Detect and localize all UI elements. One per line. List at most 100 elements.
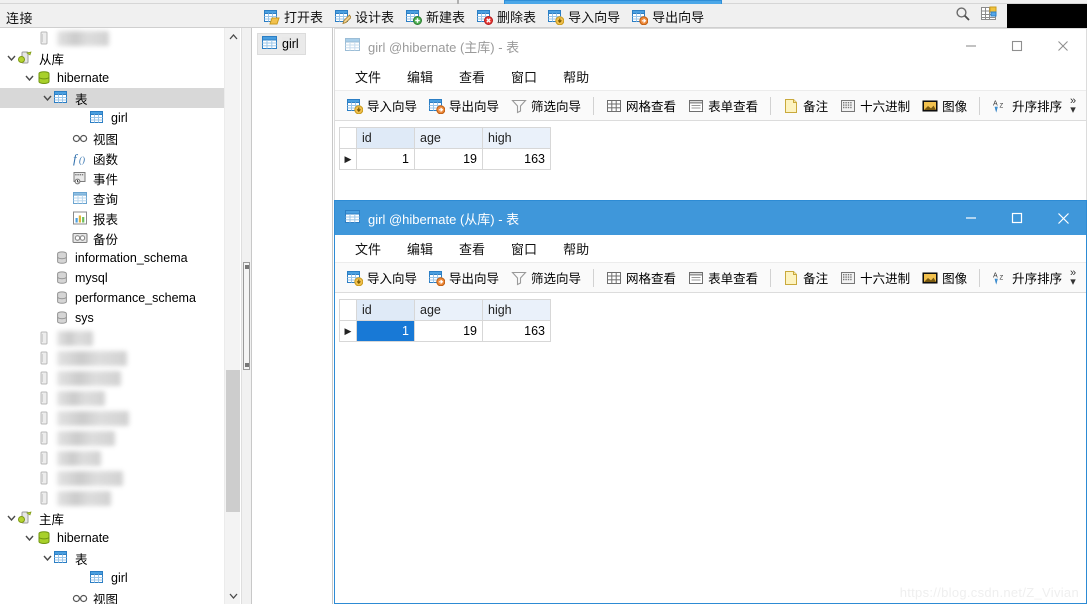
window-toolbar-button-12[interactable]: A Z 升序排序 (986, 93, 1068, 118)
data-grid[interactable]: id age high ▶ 1 19 163 (339, 299, 551, 342)
window-toolbar-button-3[interactable]: 筛选向导 (505, 93, 587, 118)
tree-item-redacted[interactable] (0, 348, 236, 368)
chevron-down-icon[interactable] (22, 68, 36, 88)
table-row[interactable]: ▶ 1 19 163 (339, 320, 551, 342)
menu-item-窗口[interactable]: 窗口 (499, 64, 549, 89)
window-toolbar-button-6[interactable]: 表单查看 (682, 265, 764, 290)
tree-item-表[interactable]: 表 (0, 88, 236, 108)
tree-item-redacted[interactable] (0, 408, 236, 428)
chevron-down-icon[interactable] (22, 528, 36, 548)
grid-cell[interactable]: 1 (356, 320, 415, 342)
menu-item-文件[interactable]: 文件 (343, 236, 393, 261)
maximize-button[interactable] (994, 201, 1040, 235)
window-toolbar-button-8[interactable]: 备注 (777, 93, 834, 118)
close-button[interactable] (1040, 29, 1086, 63)
grid-cell[interactable]: 1 (356, 148, 415, 170)
maximize-button[interactable] (994, 29, 1040, 63)
tree-item-information_schema[interactable]: information_schema (0, 248, 236, 268)
grid-cell[interactable]: 163 (482, 320, 551, 342)
tree-item-redacted[interactable] (0, 428, 236, 448)
menu-item-文件[interactable]: 文件 (343, 64, 393, 89)
tree-item-报表[interactable]: 报表 (0, 208, 236, 228)
tree-item-redacted[interactable] (0, 28, 236, 48)
tree-item-查询[interactable]: 查询 (0, 188, 236, 208)
menu-item-编辑[interactable]: 编辑 (395, 64, 445, 89)
window-toolbar-button-1[interactable]: 导入向导 (341, 265, 423, 290)
menu-item-帮助[interactable]: 帮助 (551, 64, 601, 89)
grid-column-header-id[interactable]: id (356, 127, 415, 149)
tree-item-备份[interactable]: 备份 (0, 228, 236, 248)
toolbar-overflow-button[interactable]: » ▾ (1064, 263, 1082, 293)
toolbar-button-5[interactable]: 导入向导 (544, 6, 626, 27)
tree-item-表[interactable]: 表 (0, 548, 236, 568)
grid-column-header-id[interactable]: id (356, 299, 415, 321)
toolbar-button-6[interactable]: 导出向导 (628, 6, 710, 27)
window-toolbar-button-6[interactable]: 表单查看 (682, 93, 764, 118)
menu-item-查看[interactable]: 查看 (447, 64, 497, 89)
tree-item-事件[interactable]: 事件 (0, 168, 236, 188)
minimize-button[interactable] (948, 201, 994, 235)
window-toolbar-button-5[interactable]: 网格查看 (600, 93, 682, 118)
grid-column-header-high[interactable]: high (482, 299, 551, 321)
tree-item-视图[interactable]: 视图 (0, 588, 236, 604)
tree-item-girl[interactable]: girl (0, 568, 236, 588)
tree-item-redacted[interactable] (0, 488, 236, 508)
search-icon[interactable] (955, 6, 971, 22)
tree-item-redacted[interactable] (0, 388, 236, 408)
grid-cell[interactable]: 163 (482, 148, 551, 170)
chevron-down-icon[interactable] (4, 508, 18, 528)
table-row[interactable]: ▶ 1 19 163 (339, 148, 551, 170)
tree-item-视图[interactable]: 视图 (0, 128, 236, 148)
tree-item-从库[interactable]: 从库 (0, 48, 236, 68)
tree-item-redacted[interactable] (0, 328, 236, 348)
close-button[interactable] (1040, 201, 1086, 235)
menu-item-编辑[interactable]: 编辑 (395, 236, 445, 261)
window-toolbar-button-10[interactable]: 图像 (916, 265, 973, 290)
scrollbar-thumb[interactable] (226, 370, 240, 512)
grid-column-header-age[interactable]: age (414, 127, 483, 149)
tree-item-redacted[interactable] (0, 368, 236, 388)
chevron-down-icon[interactable] (40, 548, 54, 568)
toolbar-button-4[interactable]: 删除表 (473, 6, 542, 27)
tab-girl[interactable]: girl (257, 33, 306, 55)
tree-item-sys[interactable]: sys (0, 308, 236, 328)
window-toolbar-button-3[interactable]: 筛选向导 (505, 265, 587, 290)
tree-item-performance_schema[interactable]: performance_schema (0, 288, 236, 308)
menu-item-帮助[interactable]: 帮助 (551, 236, 601, 261)
minimize-button[interactable] (948, 29, 994, 63)
window-master-titlebar[interactable]: girl @hibernate (主库) - 表 (335, 29, 1086, 63)
toolbar-button-3[interactable]: 新建表 (402, 6, 471, 27)
window-toolbar-button-12[interactable]: A Z 升序排序 (986, 265, 1068, 290)
window-toolbar-button-2[interactable]: 导出向导 (423, 265, 505, 290)
tree-item-mysql[interactable]: mysql (0, 268, 236, 288)
splitter-grip[interactable] (243, 262, 250, 370)
tree-item-hibernate[interactable]: hibernate (0, 528, 236, 548)
toolbar-button-2[interactable]: 设计表 (331, 6, 400, 27)
tree-item-主库[interactable]: 主库 (0, 508, 236, 528)
grid-column-header-high[interactable]: high (482, 127, 551, 149)
chevron-down-icon[interactable] (4, 48, 18, 68)
scroll-up-arrow[interactable] (225, 28, 241, 45)
grid-view-icon[interactable] (981, 6, 997, 22)
tree-item-redacted[interactable] (0, 468, 236, 488)
toolbar-overflow-button[interactable]: » ▾ (1064, 91, 1082, 121)
tree-item-redacted[interactable] (0, 448, 236, 468)
window-toolbar-button-9[interactable]: 十六进制 (834, 265, 916, 290)
tree-item-hibernate[interactable]: hibernate (0, 68, 236, 88)
sidebar-scrollbar[interactable] (224, 28, 240, 604)
window-toolbar-button-2[interactable]: 导出向导 (423, 93, 505, 118)
menu-item-查看[interactable]: 查看 (447, 236, 497, 261)
data-grid[interactable]: id age high ▶ 1 19 163 (339, 127, 551, 170)
window-toolbar-button-9[interactable]: 十六进制 (834, 93, 916, 118)
toolbar-button-1[interactable]: 打开表 (260, 6, 329, 27)
grid-cell[interactable]: 19 (414, 320, 483, 342)
sidebar-splitter[interactable] (241, 28, 251, 604)
tree-item-函数[interactable]: f() 函数 (0, 148, 236, 168)
window-toolbar-button-1[interactable]: 导入向导 (341, 93, 423, 118)
window-toolbar-button-8[interactable]: 备注 (777, 265, 834, 290)
window-slave-titlebar[interactable]: girl @hibernate (从库) - 表 (335, 201, 1086, 235)
chevron-down-icon[interactable] (40, 88, 54, 108)
window-toolbar-button-10[interactable]: 图像 (916, 93, 973, 118)
tree-item-girl[interactable]: girl (0, 108, 236, 128)
grid-column-header-age[interactable]: age (414, 299, 483, 321)
